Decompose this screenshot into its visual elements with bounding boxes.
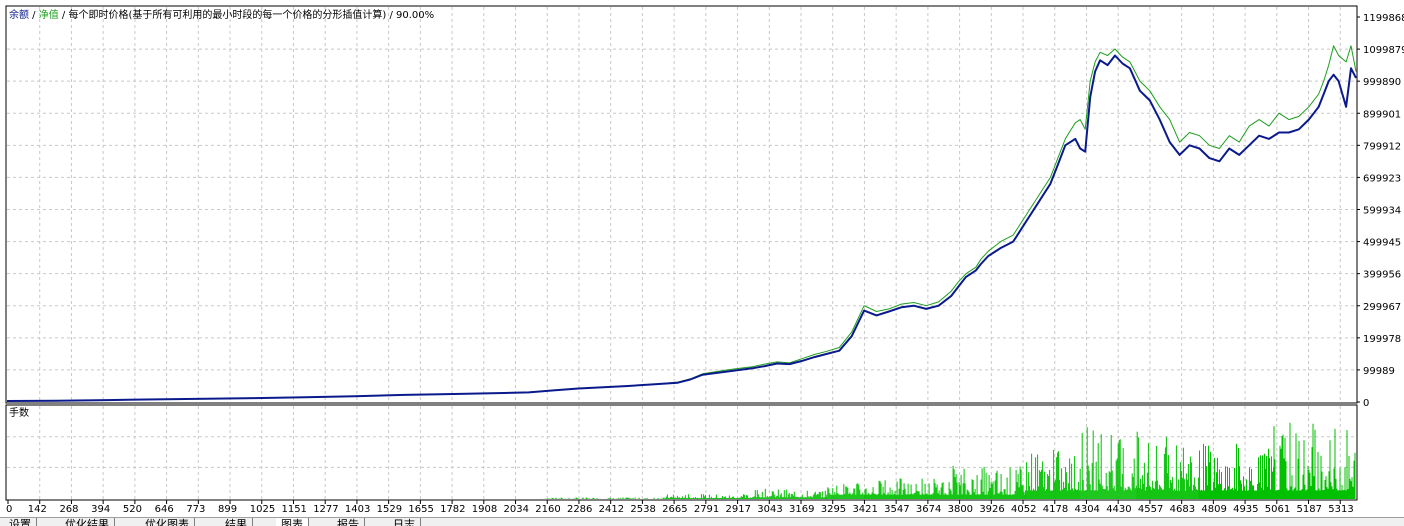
x-tick-label: 1403 [345, 504, 370, 515]
x-tick-label: 1151 [281, 504, 306, 515]
x-tick-label: 5313 [1328, 504, 1353, 515]
x-tick-label: 2538 [630, 504, 655, 515]
strategy-tester-report: 1199868 1099879 999890 899901 799912 699923 59… [0, 0, 1404, 526]
tester-graph: 1199868109987999989089990179991269992359… [5, 5, 1404, 515]
legend-quality: 90.00% [396, 10, 434, 21]
y-tick-label: 399956 [1363, 270, 1401, 281]
x-tick-label: 2665 [662, 504, 687, 515]
legend-balance: 余额 [9, 8, 29, 21]
x-tick-label: 773 [186, 504, 205, 515]
y-tick-label: 899901 [1363, 109, 1401, 120]
x-tick-label: 3295 [821, 504, 846, 515]
x-tick-label: 4430 [1106, 504, 1131, 515]
x-tick-label: 4935 [1233, 504, 1258, 515]
chart-legend: 余额 / 净值 / 每个即时价格(基于所有可利用的最小时段的每一个价格的分形插值… [9, 8, 434, 21]
lots-plot-frame [5, 404, 1358, 501]
x-tick-label: 4052 [1011, 504, 1036, 515]
x-tick-label: 5061 [1265, 504, 1290, 515]
x-tick-label: 3926 [979, 504, 1004, 515]
x-tick-label: 2160 [535, 504, 560, 515]
legend-model: 每个即时价格(基于所有可利用的最小时段的每一个价格的分形插值计算) [68, 8, 386, 21]
y-tick-label: 1099879 [1363, 45, 1404, 56]
y-tick-label: 599934 [1363, 206, 1401, 217]
y-tick-label: 0 [1363, 398, 1369, 409]
x-tick-label: 1655 [408, 504, 433, 515]
x-tick-label: 3043 [757, 504, 782, 515]
x-tick-label: 5187 [1297, 504, 1322, 515]
x-tick-label: 2791 [694, 504, 719, 515]
equity-plot-frame [5, 5, 1358, 404]
x-tick-label: 1908 [472, 504, 497, 515]
x-axis-ticks: 0 142 268 394 520 646 773 899 1025 1151 1277 1403 15… [6, 500, 1354, 515]
y-tick-label: 299967 [1363, 302, 1401, 313]
y-tick-label: 799912 [1363, 141, 1401, 152]
x-tick-label: 4304 [1074, 504, 1099, 515]
x-tick-label: 2286 [567, 504, 592, 515]
x-tick-label: 3547 [884, 504, 909, 515]
x-tick-label: 142 [28, 504, 47, 515]
x-tick-label: 3169 [789, 504, 814, 515]
x-tick-label: 3674 [916, 504, 941, 515]
x-tick-label: 0 [6, 504, 12, 515]
x-tick-label: 2412 [599, 504, 624, 515]
y-axis-ticks: 1199868109987999989089990179991269992359… [1357, 13, 1404, 409]
x-tick-label: 3800 [948, 504, 973, 515]
legend-separator: / [386, 10, 396, 21]
y-tick-label: 499945 [1363, 238, 1401, 249]
x-tick-label: 394 [91, 504, 110, 515]
x-tick-label: 4683 [1170, 504, 1195, 515]
x-tick-label: 1529 [377, 504, 402, 515]
x-tick-label: 268 [59, 504, 78, 515]
x-tick-label: 2917 [726, 504, 751, 515]
lots-title: 手数 [9, 406, 29, 419]
y-tick-label: 99989 [1363, 366, 1395, 377]
x-tick-label: 4809 [1201, 504, 1226, 515]
x-tick-label: 2034 [504, 504, 529, 515]
x-tick-label: 1025 [250, 504, 275, 515]
x-tick-label: 4557 [1138, 504, 1163, 515]
y-tick-label: 1199868 [1363, 13, 1404, 24]
legend-separator: / [29, 10, 39, 21]
y-tick-label: 999890 [1363, 77, 1401, 88]
x-tick-label: 4178 [1043, 504, 1068, 515]
x-tick-label: 1782 [440, 504, 465, 515]
x-tick-label: 646 [155, 504, 174, 515]
y-tick-label: 699923 [1363, 173, 1401, 184]
x-tick-label: 899 [218, 504, 237, 515]
y-tick-label: 199978 [1363, 334, 1401, 345]
x-tick-label: 1277 [313, 504, 338, 515]
x-tick-label: 520 [123, 504, 142, 515]
x-tick-label: 3421 [852, 504, 877, 515]
legend-equity: 净值 [39, 8, 59, 21]
legend-separator: / [59, 10, 69, 21]
